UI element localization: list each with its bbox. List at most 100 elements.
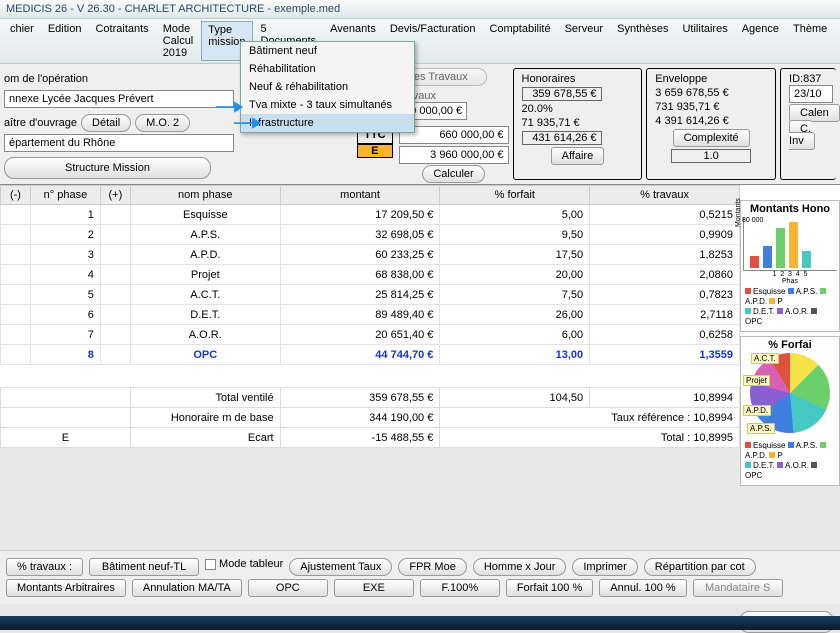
menu-serveur[interactable]: Serveur [559, 21, 610, 61]
dropdown-item-rehabilitation[interactable]: Réhabilitation [241, 60, 414, 78]
repartition-cot-button[interactable]: Répartition par cot [644, 558, 756, 576]
batiment-neuf-button[interactable]: Bâtiment neuf-TL [89, 558, 199, 576]
bar-chart-xticks: 1 2 3 4 5 [743, 271, 837, 278]
enveloppe-title: Enveloppe [655, 73, 767, 85]
env-v3: 4 391 614,26 € [655, 115, 728, 127]
bar-1 [750, 256, 759, 268]
table-row[interactable]: 3A.P.D.60 233,25 €17,501,8253 [1, 245, 740, 265]
hono-v4: 431 614,26 € [522, 131, 602, 145]
hono-pct: 20.0% [522, 103, 553, 115]
bar-chart-legend: Esquisse A.P.S. A.P.D. P D.E.T. A.O.R. O… [743, 285, 837, 329]
summary-table: Total ventilé 359 678,55 € 104,50 10,899… [0, 387, 740, 448]
date-input[interactable] [789, 85, 833, 103]
pie-label-act: A.C.T. [751, 353, 779, 364]
menu-utilitaires[interactable]: Utilitaires [676, 21, 733, 61]
bar-chart-ylabel: Montants [735, 198, 742, 227]
dropdown-item-infrastructure[interactable]: Infrastructure [241, 114, 414, 132]
bar-chart-bars: 80 000 [743, 217, 837, 271]
env-v2: 731 935,71 € [655, 101, 719, 113]
honoraires-panel: Honoraires 359 678,55 € 20.0% 71 935,71 … [513, 68, 643, 180]
menu-cotraitants[interactable]: Cotraitants [89, 21, 154, 61]
value-3960k-input[interactable] [399, 146, 509, 164]
complexite-button[interactable]: Complexité [673, 129, 750, 147]
footer-decoration [0, 616, 840, 630]
window-title: MEDICIS 26 - V 26.30 - CHARLET ARCHITECT… [0, 0, 840, 19]
structure-mission-button[interactable]: Structure Mission [4, 157, 211, 179]
affaire-button[interactable]: Affaire [551, 147, 605, 165]
bar-5 [802, 251, 811, 268]
menu-theme[interactable]: Thème [787, 21, 833, 61]
pie-chart-legend: Esquisse A.P.S. A.P.D. P D.E.T. A.O.R. O… [743, 439, 837, 483]
honoraires-title: Honoraires [522, 73, 634, 85]
col-plus[interactable]: (+) [100, 186, 130, 205]
sum-row-ecart: E Ecart -15 488,55 € Total : 10,8995 [1, 428, 740, 448]
sum-row-ventile: Total ventilé 359 678,55 € 104,50 10,899… [1, 388, 740, 408]
pct-travaux-button[interactable]: % travaux : [6, 558, 83, 576]
menu-compta[interactable]: Comptabilité [483, 21, 556, 61]
ajustement-taux-button[interactable]: Ajustement Taux [289, 558, 392, 576]
table-row[interactable]: 8OPC44 744,70 €13,001,3559 [1, 345, 740, 365]
fpr-moe-button[interactable]: FPR Moe [398, 558, 466, 576]
bar-chart: Montants Hono Montants 80 000 1 2 3 4 5 … [740, 200, 840, 332]
id-label: ID:837 [789, 73, 828, 85]
col-montant[interactable]: montant [280, 186, 440, 205]
mo2-button[interactable]: M.O. 2 [135, 114, 190, 132]
exe-button[interactable]: EXE [334, 579, 414, 597]
table-row[interactable]: 7A.O.R.20 651,40 €6,000,6258 [1, 325, 740, 345]
bar-chart-ytick: 80 000 [742, 217, 763, 224]
table-row[interactable]: 6D.E.T.89 489,40 €26,002,7118 [1, 305, 740, 325]
menu-help[interactable]: ? [835, 21, 840, 61]
departement-input[interactable] [4, 134, 234, 152]
calculer-button[interactable]: Calculer [422, 165, 484, 183]
mo-detail-button[interactable]: Détail [81, 114, 131, 132]
table-row[interactable]: 2A.P.S.32 698,05 €9,500,9909 [1, 225, 740, 245]
bar-chart-title: Montants Hono [743, 203, 837, 215]
imprimer-button[interactable]: Imprimer [572, 558, 637, 576]
env-v1: 3 659 678,55 € [655, 87, 728, 99]
pie-label-projet: Projet [743, 375, 770, 386]
table-row[interactable]: 4Projet68 838,00 €20,002,0860 [1, 265, 740, 285]
col-forfait[interactable]: % forfait [440, 186, 590, 205]
pie-chart: % Forfai A.C.T. Projet A.P.D. A.P.S. Esq… [740, 336, 840, 486]
menu-fichier[interactable]: chier [4, 21, 40, 61]
maitre-ouvrage-label: aître d'ouvrage [4, 117, 77, 129]
forfait100-button[interactable]: Forfait 100 % [506, 579, 593, 597]
f100-button[interactable]: F.100% [420, 579, 500, 597]
phases-table: (-) n° phase (+) nom phase montant % for… [0, 185, 740, 365]
cinv-button[interactable]: C. Inv [789, 120, 815, 150]
operation-label: om de l'opération [4, 73, 88, 85]
opc-button[interactable]: OPC [248, 579, 328, 597]
montants-arbitraires-button[interactable]: Montants Arbitraires [6, 579, 126, 597]
mandataire-button[interactable]: Mandataire S [693, 579, 783, 597]
col-travaux[interactable]: % travaux [590, 186, 740, 205]
complexite-value: 1.0 [671, 149, 751, 163]
enveloppe-panel: Enveloppe 3 659 678,55 € 731 935,71 € 4 … [646, 68, 776, 180]
menu-agence[interactable]: Agence [736, 21, 785, 61]
menu-edition[interactable]: Edition [42, 21, 88, 61]
annul100-button[interactable]: Annul. 100 % [599, 579, 686, 597]
mode-tableur-checkbox[interactable]: Mode tableur [205, 558, 283, 576]
col-minus[interactable]: (-) [1, 186, 31, 205]
e-indicator: E [357, 144, 392, 158]
dropdown-item-neuf-rehab[interactable]: Neuf & réhabilitation [241, 78, 414, 96]
pie-chart-title: % Forfai [743, 339, 837, 351]
annulation-mata-button[interactable]: Annulation MA/TA [132, 579, 242, 597]
id-panel: ID:837 Calen C. Inv [780, 68, 836, 180]
menu-bar: chier Edition Cotraitants Mode Calcul 20… [0, 19, 840, 64]
sum-row-honoraire: Honoraire m de base 344 190,00 € Taux ré… [1, 408, 740, 428]
table-row[interactable]: 1Esquisse17 209,50 €5,000,5215 [1, 205, 740, 225]
operation-name-input[interactable] [4, 90, 234, 108]
menu-modecalcul[interactable]: Mode Calcul 2019 [157, 21, 200, 61]
homme-jour-button[interactable]: Homme x Jour [473, 558, 567, 576]
bar-chart-xlabel: Phas [743, 278, 837, 285]
pie-label-aps: A.P.S. [747, 423, 775, 434]
type-mission-dropdown: Bâtiment neuf Réhabilitation Neuf & réha… [240, 41, 415, 133]
value-660k-input[interactable] [399, 126, 509, 144]
col-nphase[interactable]: n° phase [30, 186, 100, 205]
menu-syntheses[interactable]: Synthèses [611, 21, 674, 61]
bar-2 [763, 246, 772, 268]
dropdown-item-batiment-neuf[interactable]: Bâtiment neuf [241, 42, 414, 60]
dropdown-item-tva-mixte[interactable]: Tva mixte - 3 taux simultanés [241, 96, 414, 114]
table-row[interactable]: 5A.C.T.25 814,25 €7,500,7823 [1, 285, 740, 305]
col-nomphase[interactable]: nom phase [130, 186, 280, 205]
